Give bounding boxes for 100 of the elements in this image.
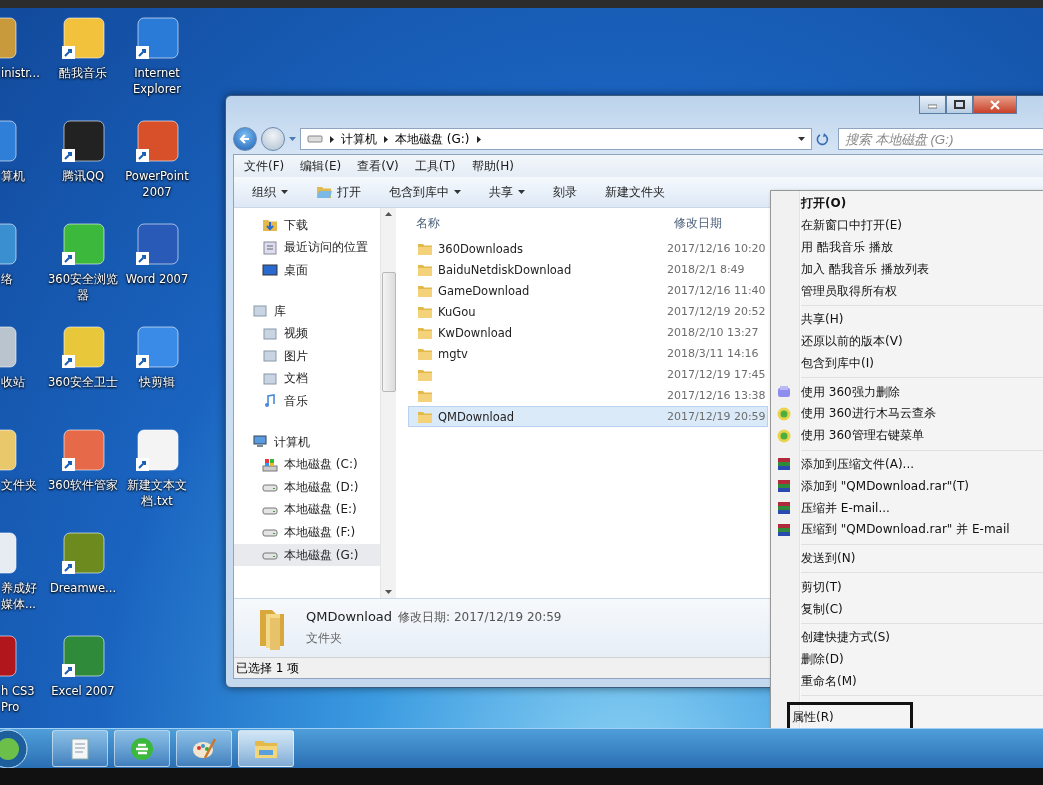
maximize-button[interactable] bbox=[946, 96, 973, 114]
menu-item[interactable]: 打开(O) bbox=[771, 193, 857, 215]
file-row[interactable]: QMDownload 2017/12/19 20:59 bbox=[408, 406, 768, 427]
close-button[interactable] bbox=[973, 96, 1017, 114]
icon-label[interactable]: Internet bbox=[134, 65, 180, 81]
start-button[interactable] bbox=[0, 728, 28, 769]
icon-label[interactable]: Explorer bbox=[133, 81, 181, 97]
icon-label[interactable]: Pro bbox=[1, 699, 20, 715]
menu-bar-item[interactable]: 文件(F) bbox=[244, 157, 285, 175]
minimize-button[interactable] bbox=[919, 96, 946, 114]
icon-label[interactable]: inistr... bbox=[1, 65, 40, 81]
icon-label[interactable]: 腾讯QQ bbox=[61, 168, 105, 184]
icon-label[interactable]: 360安全卫士 bbox=[48, 374, 118, 390]
nav-item[interactable]: 最近访问的位置 bbox=[234, 236, 380, 260]
menu-item[interactable]: 压缩到 "QMDownload.rar" 并 E-mail bbox=[771, 518, 1020, 541]
menu-item[interactable]: 使用 360强力删除 bbox=[771, 381, 910, 403]
taskbar-button[interactable] bbox=[114, 730, 170, 767]
nav-item[interactable]: 图片 bbox=[234, 344, 380, 368]
menu-item[interactable]: 包含到库中(I) bbox=[771, 352, 884, 375]
icon-label[interactable]: 媒体... bbox=[1, 596, 36, 612]
breadcrumb-item[interactable]: 本地磁盘 (G:) bbox=[395, 130, 470, 148]
icon-label[interactable]: Dreamwe... bbox=[49, 580, 117, 596]
icon-label[interactable]: 新建文本文 bbox=[127, 477, 187, 493]
toolbar-button[interactable]: 新建文件夹 bbox=[603, 180, 667, 204]
column-header[interactable]: 修改日期 bbox=[674, 214, 722, 232]
file-row[interactable]: 360Downloads 2017/12/16 10:20 bbox=[408, 238, 768, 259]
nav-item[interactable]: 文档 bbox=[234, 367, 380, 391]
icon-label[interactable]: 档.txt bbox=[141, 493, 173, 509]
icon-label[interactable]: 络 bbox=[1, 271, 13, 287]
menu-item[interactable]: 重命名(M) bbox=[771, 670, 867, 693]
file-row[interactable]: 2017/12/19 17:45 bbox=[408, 364, 768, 385]
nav-item[interactable]: 视频 bbox=[234, 322, 380, 345]
toolbar-button[interactable]: 共享 bbox=[487, 180, 527, 204]
icon-label[interactable]: 快剪辑 bbox=[139, 374, 175, 390]
taskbar-button[interactable] bbox=[238, 730, 294, 767]
menu-item[interactable]: 还原以前的版本(V) bbox=[771, 330, 913, 353]
menu-item[interactable]: 复制(C) bbox=[771, 598, 853, 620]
nav-item[interactable]: 音乐 bbox=[234, 390, 380, 413]
back-button[interactable] bbox=[233, 127, 257, 151]
menu-item[interactable]: 添加到压缩文件(A)... bbox=[771, 453, 924, 476]
file-row[interactable]: KwDownload 2018/2/10 13:27 bbox=[408, 322, 768, 343]
toolbar-button[interactable]: 组织 bbox=[250, 180, 290, 204]
menu-bar-item[interactable]: 查看(V) bbox=[357, 157, 399, 175]
toolbar-button[interactable]: 打开 bbox=[314, 180, 363, 204]
toolbar-button[interactable]: 刻录 bbox=[551, 180, 579, 204]
file-row[interactable]: BaiduNetdiskDownload 2018/2/1 8:49 bbox=[408, 259, 768, 280]
menu-item[interactable]: 创建快捷方式(S) bbox=[771, 626, 900, 649]
forward-button[interactable] bbox=[261, 127, 285, 151]
menu-item[interactable]: 剪切(T) bbox=[771, 576, 852, 599]
refresh-icon bbox=[816, 132, 830, 146]
menu-bar-item[interactable]: 编辑(E) bbox=[300, 157, 342, 175]
icon-label[interactable]: 酷我音乐 bbox=[59, 65, 107, 81]
menu-item[interactable]: 管理员取得所有权 bbox=[771, 280, 907, 302]
file-row[interactable]: GameDownload 2017/12/16 11:40 bbox=[408, 280, 768, 301]
search-field[interactable]: 搜索 本地磁盘 (G:) bbox=[838, 128, 1043, 150]
taskbar-button[interactable] bbox=[176, 730, 232, 767]
icon-label[interactable]: PowerPoint bbox=[125, 168, 189, 184]
file-row[interactable]: 2017/12/16 13:38 bbox=[408, 385, 768, 406]
file-row[interactable]: mgtv 2018/3/11 14:16 bbox=[408, 343, 768, 364]
menu-item[interactable]: 使用 360管理右键菜单 bbox=[771, 424, 934, 447]
icon-label[interactable]: 文件夹 bbox=[1, 477, 37, 493]
nav-item[interactable]: 本地磁盘 (E:) bbox=[234, 498, 380, 522]
column-header[interactable]: 名称 bbox=[408, 214, 674, 232]
icon-label[interactable]: h CS3 bbox=[1, 683, 35, 699]
icon-label[interactable]: Word 2007 bbox=[125, 271, 189, 287]
address-bar[interactable]: 计算机 本地磁盘 (G:) bbox=[300, 128, 812, 150]
taskbar-button[interactable] bbox=[52, 730, 108, 767]
menu-item[interactable]: 删除(D) bbox=[771, 648, 854, 671]
icon-label[interactable]: 养成好 bbox=[1, 580, 37, 596]
menu-bar-item[interactable]: 工具(T) bbox=[414, 157, 456, 175]
menu-item[interactable]: 使用 360进行木马云查杀 bbox=[771, 403, 946, 425]
icon-label[interactable]: 360安全浏览 bbox=[48, 271, 118, 287]
icon-label[interactable]: 2007 bbox=[142, 184, 172, 200]
menu-item[interactable]: 添加到 "QMDownload.rar"(T) bbox=[771, 475, 980, 498]
nav-item[interactable]: 桌面 bbox=[234, 259, 380, 282]
icon-label[interactable]: 360软件管家 bbox=[48, 477, 118, 493]
icon-label[interactable]: 收站 bbox=[1, 374, 25, 390]
nav-item[interactable]: 本地磁盘 (C:) bbox=[234, 453, 380, 476]
menu-item[interactable]: 发送到(N) bbox=[771, 547, 866, 570]
breadcrumb-item[interactable]: 计算机 bbox=[341, 130, 377, 148]
scrollbar[interactable] bbox=[380, 208, 396, 598]
menu-item[interactable]: 加入 酷我音乐 播放列表 bbox=[771, 258, 939, 281]
menu-bar-item[interactable]: 帮助(H) bbox=[471, 157, 514, 175]
nav-item[interactable]: 下载 bbox=[234, 214, 380, 237]
file-row[interactable]: KuGou 2017/12/19 20:52 bbox=[408, 301, 768, 322]
nav-item[interactable]: 库 bbox=[234, 299, 380, 323]
menu-item[interactable]: 用 酷我音乐 播放 bbox=[771, 236, 903, 259]
nav-item[interactable]: 本地磁盘 (F:) bbox=[234, 521, 380, 544]
nav-item[interactable]: 本地磁盘 (D:) bbox=[234, 475, 380, 499]
menu-item[interactable]: 压缩并 E-mail... bbox=[771, 497, 900, 519]
toolbar-button[interactable]: 包含到库中 bbox=[387, 180, 463, 204]
icon-label[interactable]: Excel 2007 bbox=[51, 683, 115, 699]
menu-item[interactable]: 属性(R) bbox=[790, 706, 844, 729]
menu-item[interactable]: 在新窗口中打开(E) bbox=[771, 214, 912, 237]
icon-label[interactable]: 算机 bbox=[1, 168, 25, 184]
scroll-thumb[interactable] bbox=[381, 272, 396, 392]
icon-label[interactable]: 器 bbox=[77, 287, 89, 303]
menu-item[interactable]: 共享(H) bbox=[771, 308, 854, 331]
nav-item[interactable]: 计算机 bbox=[234, 430, 380, 454]
nav-item[interactable]: 本地磁盘 (G:) bbox=[234, 543, 380, 567]
